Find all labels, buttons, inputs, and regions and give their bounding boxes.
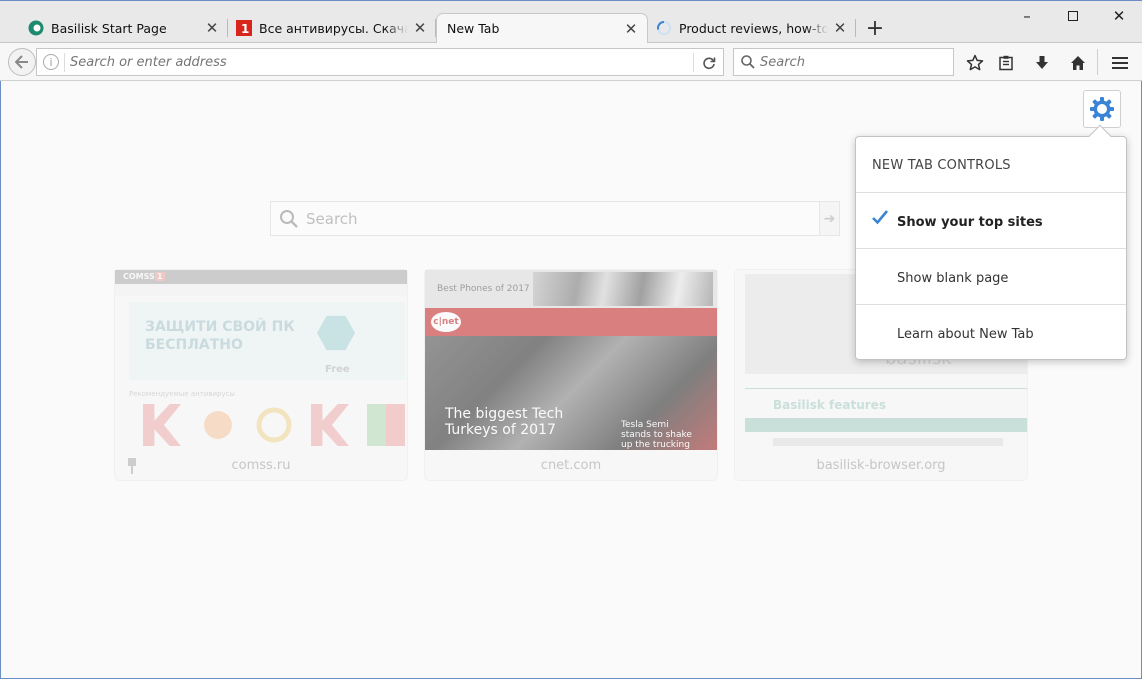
tab-title: Product reviews, how-tos, deals xyxy=(679,20,828,36)
new-tab-search-box[interactable]: Search ➔ xyxy=(270,201,840,236)
hamburger-menu-icon xyxy=(1112,57,1128,69)
title-bar: – ✕ Basilisk Start Page ✕ 1 Все антивиру… xyxy=(0,0,1142,43)
tab-cnet[interactable]: Product reviews, how-tos, deals ✕ xyxy=(648,13,856,43)
tile-label: comss.ru xyxy=(231,458,291,473)
url-input[interactable] xyxy=(70,53,680,72)
new-tab-button[interactable]: + xyxy=(860,14,890,42)
divider xyxy=(64,53,65,72)
close-window-button[interactable]: ✕ xyxy=(1096,1,1142,31)
tab-basilisk-start[interactable]: Basilisk Start Page ✕ xyxy=(20,13,228,43)
address-bar[interactable]: i xyxy=(36,48,724,76)
tile-label: cnet.com xyxy=(540,458,602,473)
tab-new-tab[interactable]: New Tab ✕ xyxy=(436,13,648,43)
close-icon[interactable]: ✕ xyxy=(623,20,639,38)
panel-title: NEW TAB CONTROLS xyxy=(872,158,1011,173)
option-learn-about-new-tab[interactable]: Learn about New Tab xyxy=(856,304,1126,360)
download-arrow-icon xyxy=(1036,56,1048,69)
thumb-banner-line: ЗАЩИТИ СВОЙ ПК xyxy=(145,319,295,335)
maximize-button[interactable] xyxy=(1050,1,1096,31)
thumb-side-text: stands to shake xyxy=(621,430,692,440)
tile-label: basilisk-browser.org xyxy=(816,458,946,473)
divider xyxy=(693,53,694,72)
loading-spinner-icon xyxy=(656,20,672,36)
info-icon[interactable]: i xyxy=(43,54,59,70)
navigation-toolbar: i xyxy=(0,42,1142,81)
thumb-logo: c|net xyxy=(431,312,461,332)
close-icon[interactable]: ✕ xyxy=(412,19,428,37)
search-placeholder: Search xyxy=(306,210,358,228)
reload-icon[interactable] xyxy=(699,53,719,72)
downloads-button[interactable] xyxy=(1030,51,1054,75)
search-icon xyxy=(741,55,755,69)
top-site-tile-comss[interactable]: COMSS 1 ЗАЩИТИ СВОЙ ПК БЕСПЛАТНО Free Реко… xyxy=(115,270,407,480)
thumb-heading: Basilisk features xyxy=(773,398,886,412)
thumb-banner-line: БЕСПЛАТНО xyxy=(145,337,243,353)
gear-icon xyxy=(1090,97,1114,121)
top-site-tile-cnet[interactable]: Best Phones of 2017 c|net The biggest Te… xyxy=(425,270,717,480)
site-thumbnail: Best Phones of 2017 c|net The biggest Te… xyxy=(425,270,717,450)
thumb-section-title: Рекомендуемые антивирусы xyxy=(129,390,235,398)
thumb-logo-mark: 1 xyxy=(155,272,165,281)
basilisk-icon xyxy=(28,20,44,36)
svg-text:1: 1 xyxy=(241,22,249,36)
tab-title: Все антивирусы. Скачать бесплатные xyxy=(259,20,408,36)
thumb-badge: Free xyxy=(325,364,350,375)
close-icon[interactable]: ✕ xyxy=(204,19,220,37)
star-icon xyxy=(966,54,984,71)
back-button[interactable] xyxy=(8,48,36,76)
option-label: Show blank page xyxy=(897,271,1009,286)
tab-title: New Tab xyxy=(447,21,500,36)
thumb-logo: COMSS xyxy=(123,272,155,281)
home-button[interactable] xyxy=(1066,51,1090,75)
site-thumbnail: COMSS 1 ЗАЩИТИ СВОЙ ПК БЕСПЛАТНО Free Реко… xyxy=(115,270,407,450)
thumb-side-text: up the trucking xyxy=(621,440,690,450)
bookmarks-menu-button[interactable] xyxy=(994,51,1018,75)
plus-icon: + xyxy=(865,15,885,41)
search-input[interactable] xyxy=(760,53,950,72)
search-go-button[interactable]: ➔ xyxy=(819,202,839,235)
clipboard-list-icon xyxy=(999,55,1013,71)
tab-comss[interactable]: 1 Все антивирусы. Скачать бесплатные ✕ xyxy=(228,13,436,43)
option-show-top-sites[interactable]: Show your top sites xyxy=(856,192,1126,248)
option-label: Show your top sites xyxy=(897,215,1043,230)
search-icon xyxy=(280,210,298,228)
thumb-headline: Turkeys of 2017 xyxy=(445,422,556,438)
checkmark-icon xyxy=(872,210,889,225)
new-tab-settings-button[interactable] xyxy=(1083,90,1121,128)
toolbar-search-box[interactable] xyxy=(733,48,954,76)
comss-icon: 1 xyxy=(236,20,252,36)
divider xyxy=(1097,49,1098,75)
tab-title: Basilisk Start Page xyxy=(51,20,167,36)
minimize-button[interactable]: – xyxy=(1004,1,1050,31)
thumb-side-text: Tesla Semi xyxy=(621,420,669,430)
new-tab-controls-panel: NEW TAB CONTROLS Show your top sites Sho… xyxy=(855,124,1127,360)
bookmark-star-button[interactable] xyxy=(963,51,987,75)
maximize-icon xyxy=(1068,11,1078,21)
option-label: Learn about New Tab xyxy=(897,327,1034,342)
arrow-left-icon xyxy=(15,55,28,69)
option-show-blank-page[interactable]: Show blank page xyxy=(856,248,1126,304)
close-icon[interactable]: ✕ xyxy=(832,19,848,37)
thumb-headline: The biggest Tech xyxy=(445,406,564,422)
home-icon xyxy=(1071,56,1085,70)
menu-button[interactable] xyxy=(1108,51,1132,75)
thumb-banner-text: Best Phones of 2017 xyxy=(437,284,530,294)
